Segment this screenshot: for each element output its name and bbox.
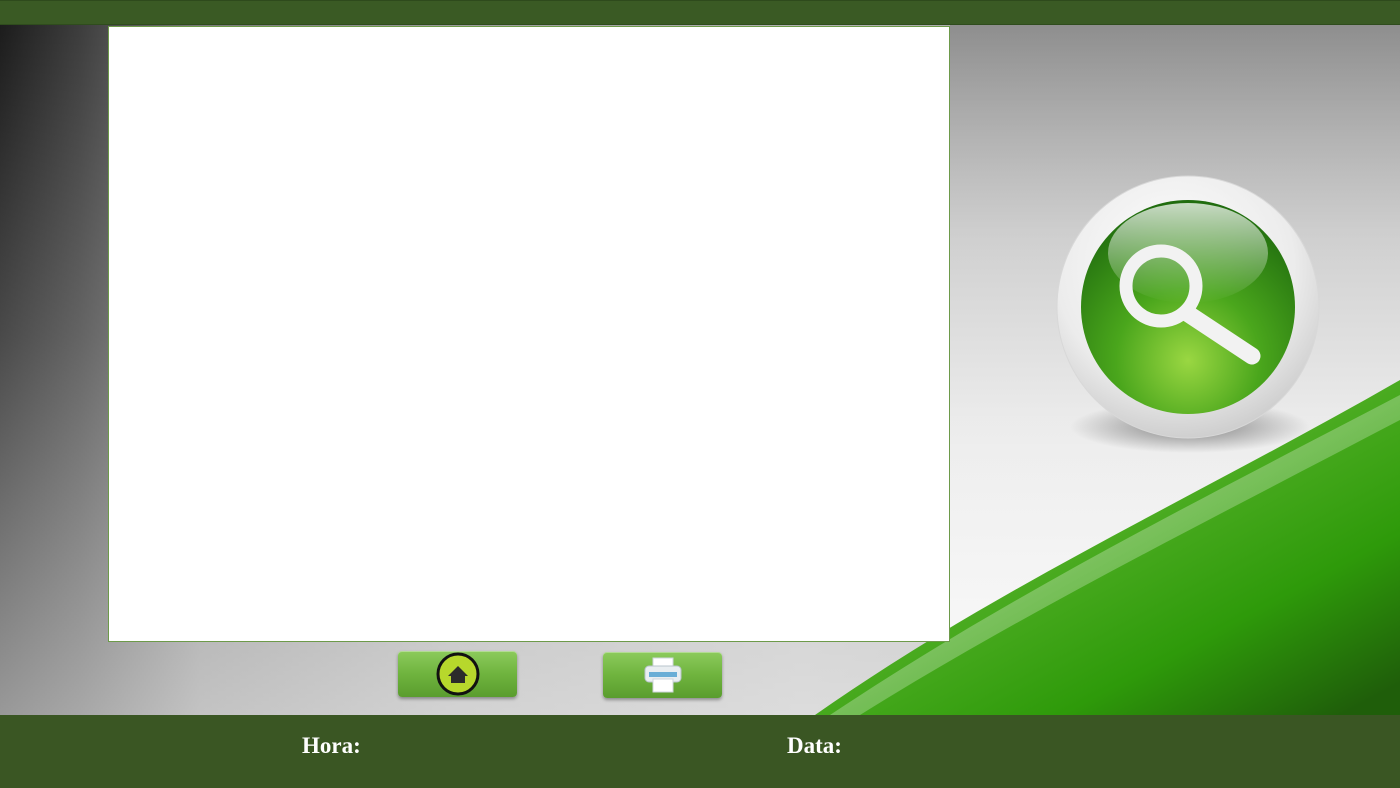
top-bar (0, 0, 1400, 25)
search-button[interactable] (1040, 165, 1340, 465)
printer-icon (644, 657, 681, 693)
content-panel (108, 26, 950, 642)
magnifier-icon (1056, 175, 1320, 453)
home-button[interactable] (398, 651, 517, 697)
time-label: Hora: (302, 733, 361, 758)
footer-bar: Hora: Data: (0, 715, 1400, 788)
home-icon (436, 652, 479, 696)
date-label: Data: (787, 733, 842, 758)
print-button[interactable] (603, 652, 722, 698)
